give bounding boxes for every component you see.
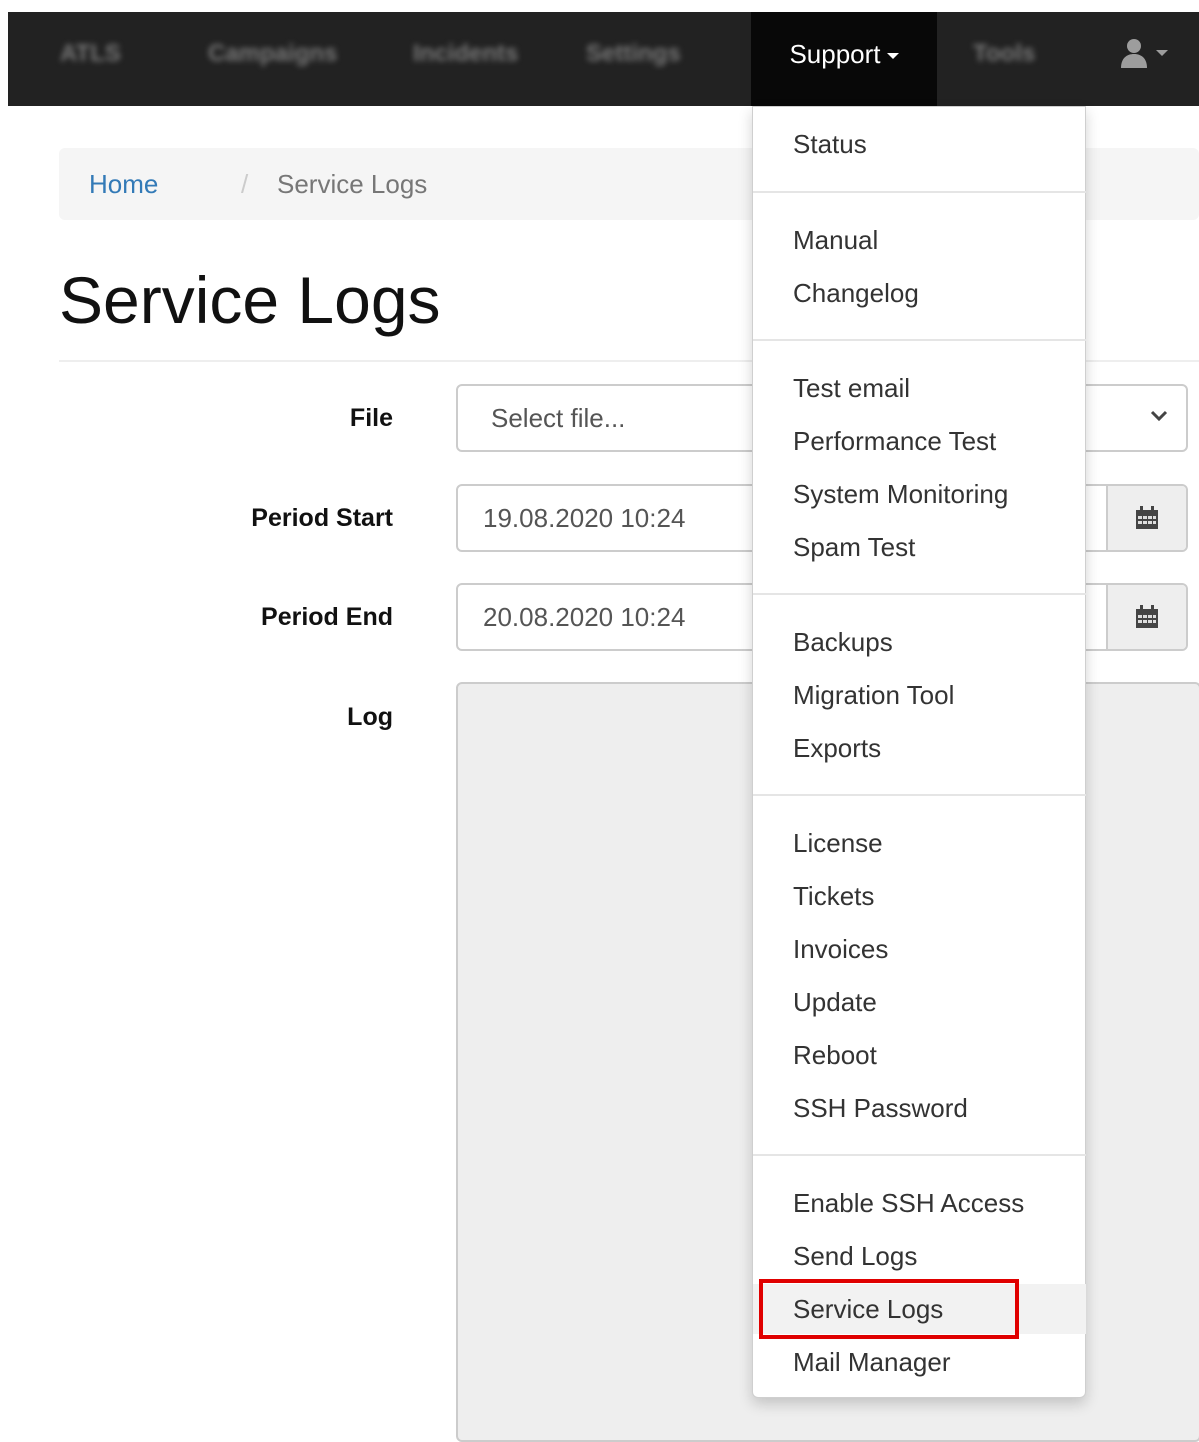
menu-divider	[753, 191, 1086, 193]
top-navbar: ATLS Campaigns Incidents Settings Suppor…	[8, 12, 1199, 106]
nav-support[interactable]: Support	[751, 12, 937, 106]
menu-item-backups[interactable]: Backups	[753, 617, 1086, 667]
menu-item-changelog[interactable]: Changelog	[753, 268, 1086, 318]
menu-item-update[interactable]: Update	[753, 977, 1086, 1027]
chevron-down-icon	[1150, 410, 1168, 422]
caret-down-icon	[1156, 50, 1168, 56]
menu-item-invoices[interactable]: Invoices	[753, 924, 1086, 974]
nav-support-label: Support	[789, 39, 881, 69]
menu-divider	[753, 339, 1086, 341]
menu-item-reboot[interactable]: Reboot	[753, 1030, 1086, 1080]
menu-item-migration-tool[interactable]: Migration Tool	[753, 670, 1086, 720]
menu-item-manual[interactable]: Manual	[753, 215, 1086, 265]
brand-logo[interactable]: ATLS	[60, 12, 121, 106]
support-dropdown-menu: Status Manual Changelog Test email Perfo…	[752, 106, 1086, 1398]
user-menu[interactable]	[1120, 38, 1168, 68]
menu-item-status[interactable]: Status	[753, 119, 1086, 169]
period-start-value: 19.08.2020 10:24	[483, 503, 686, 533]
menu-item-enable-ssh-access[interactable]: Enable SSH Access	[753, 1178, 1086, 1228]
menu-item-system-monitoring[interactable]: System Monitoring	[753, 469, 1086, 519]
menu-divider	[753, 794, 1086, 796]
log-label: Log	[347, 703, 393, 731]
page-title: Service Logs	[59, 263, 441, 337]
user-icon	[1121, 39, 1147, 68]
file-label: File	[349, 404, 393, 432]
menu-item-exports[interactable]: Exports	[753, 723, 1086, 773]
caret-down-icon	[886, 53, 899, 60]
period-end-value: 20.08.2020 10:24	[483, 602, 686, 632]
menu-item-performance-test[interactable]: Performance Test	[753, 416, 1086, 466]
period-end-label: Period End	[261, 603, 393, 631]
calendar-icon	[1136, 605, 1158, 628]
menu-item-tickets[interactable]: Tickets	[753, 871, 1086, 921]
menu-item-send-logs[interactable]: Send Logs	[753, 1231, 1086, 1281]
period-start-calendar-button[interactable]	[1106, 486, 1186, 550]
nav-tools[interactable]: Tools	[973, 12, 1035, 106]
breadcrumb-current: Service Logs	[277, 169, 428, 199]
menu-item-service-logs[interactable]: Service Logs	[753, 1284, 1086, 1334]
period-end-calendar-button[interactable]	[1106, 585, 1186, 649]
nav-settings[interactable]: Settings	[586, 12, 681, 106]
nav-campaigns[interactable]: Campaigns	[208, 12, 337, 106]
menu-divider	[753, 593, 1086, 595]
menu-divider	[753, 1154, 1086, 1156]
period-start-label: Period Start	[251, 504, 393, 532]
breadcrumb-separator: /	[241, 169, 249, 199]
calendar-icon	[1136, 506, 1158, 529]
nav-incidents[interactable]: Incidents	[413, 12, 518, 106]
menu-item-mail-manager[interactable]: Mail Manager	[753, 1337, 1086, 1387]
breadcrumb-home-link[interactable]: Home	[89, 148, 158, 220]
menu-item-test-email[interactable]: Test email	[753, 363, 1086, 413]
file-select-placeholder: Select file...	[491, 403, 626, 433]
menu-item-license[interactable]: License	[753, 818, 1086, 868]
menu-item-spam-test[interactable]: Spam Test	[753, 522, 1086, 572]
menu-item-ssh-password[interactable]: SSH Password	[753, 1083, 1086, 1133]
